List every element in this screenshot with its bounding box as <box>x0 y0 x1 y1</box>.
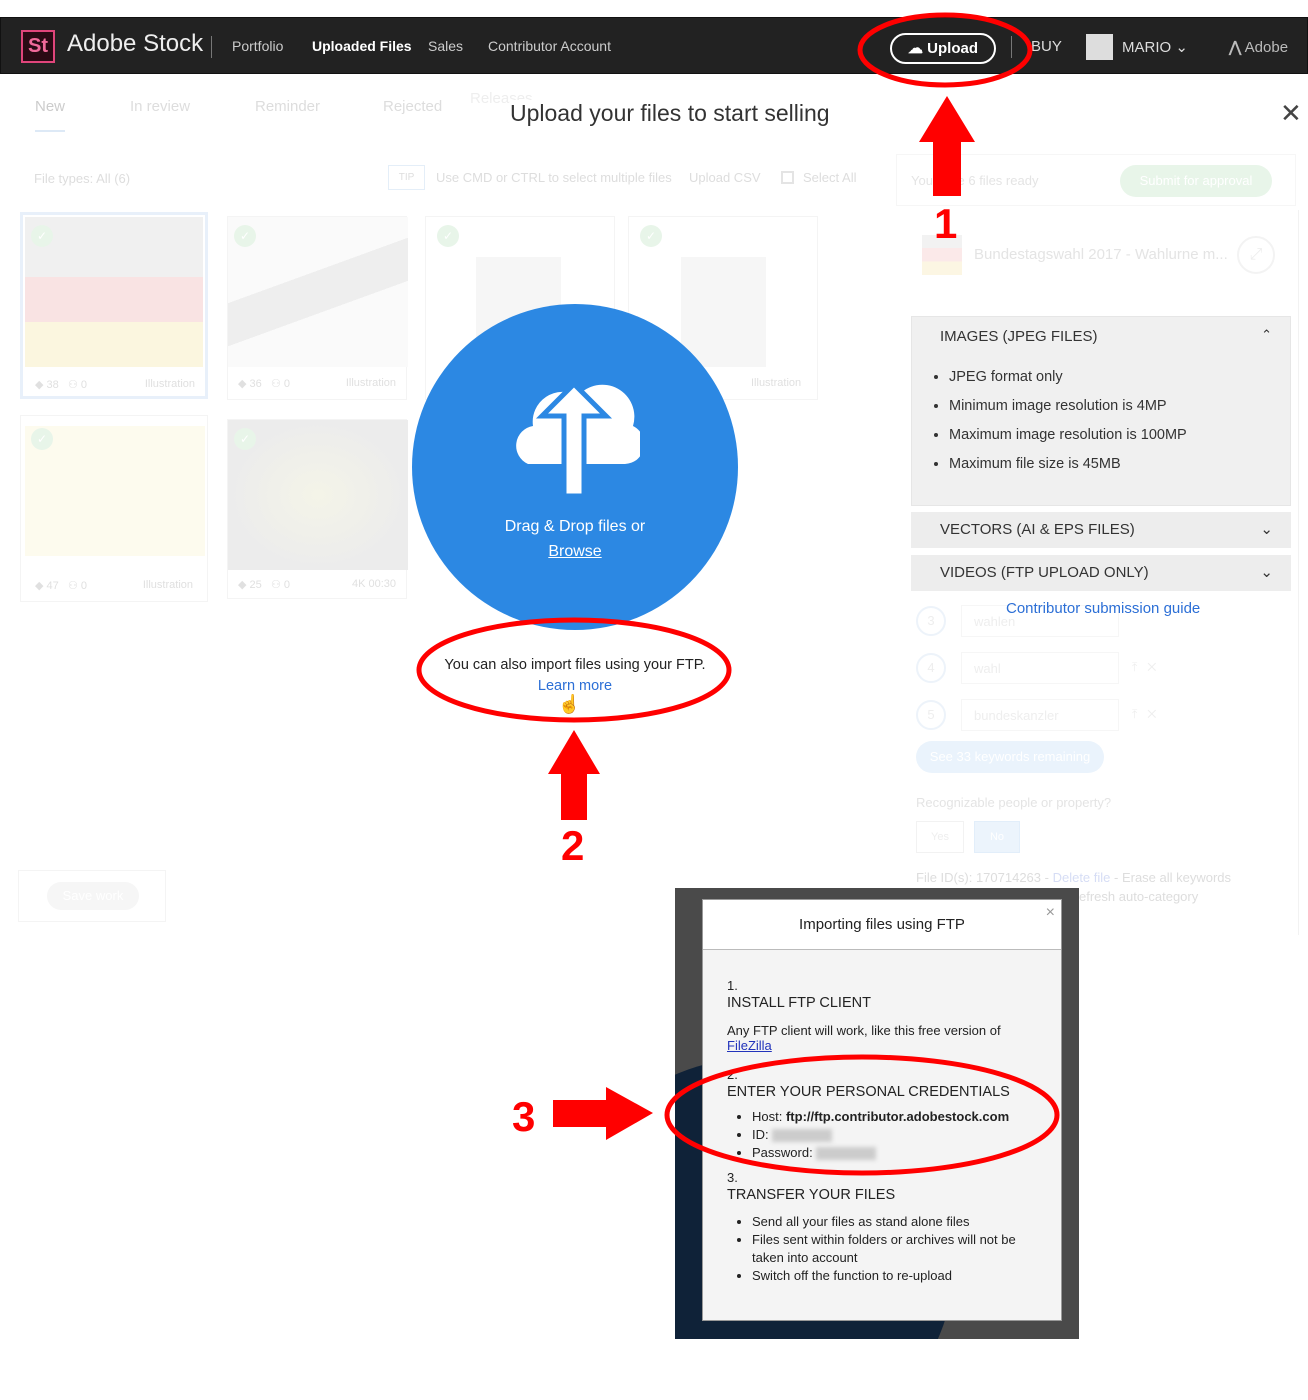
annotation-layer <box>416 12 1060 1176</box>
annotation-arrow <box>553 1087 653 1140</box>
annotation-ellipse <box>857 12 1033 88</box>
annotation-number: 1 <box>934 200 958 247</box>
annotation-arrow <box>919 96 975 196</box>
annotation-arrow <box>548 730 600 820</box>
annotation-ellipse <box>664 1054 1060 1176</box>
annotation-ellipse <box>416 617 732 723</box>
annotation-number: 2 <box>561 822 585 869</box>
annotation-number: 3 <box>512 1093 536 1140</box>
